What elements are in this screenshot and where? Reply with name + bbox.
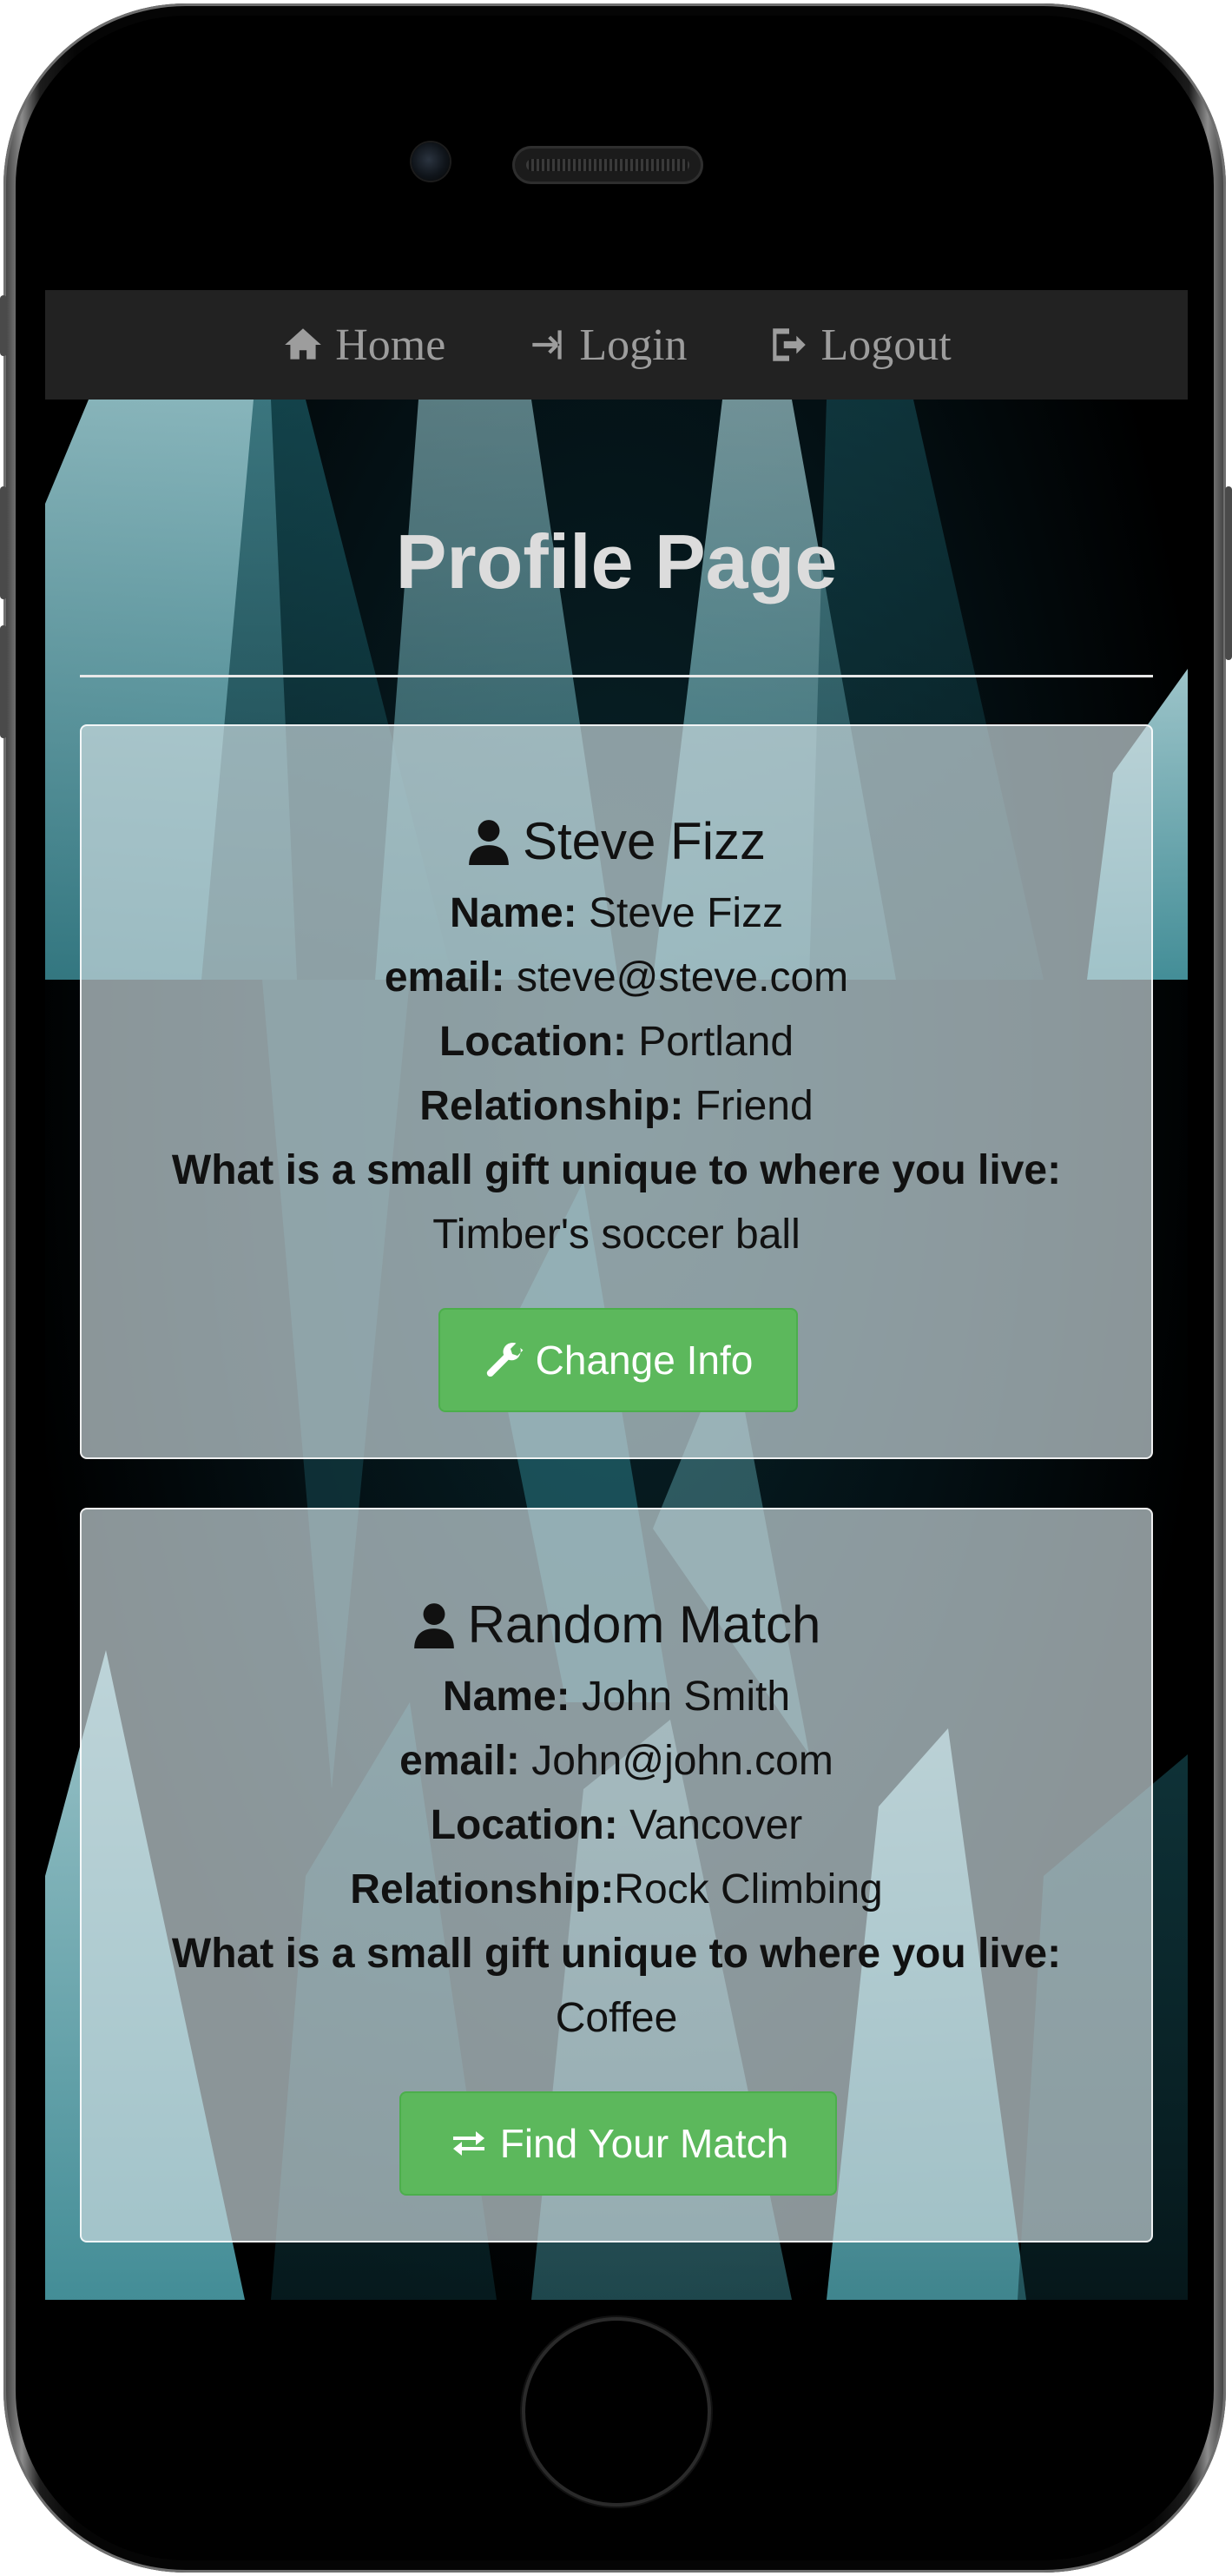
phone-volume-down — [0, 625, 7, 738]
profile-relationship-row: Relationship: Friend — [419, 1083, 814, 1129]
swap-arrows-icon — [452, 2131, 484, 2156]
nav-login[interactable]: Login — [525, 320, 688, 371]
title-divider — [80, 675, 1153, 677]
find-your-match-button[interactable]: Find Your Match — [399, 2091, 837, 2196]
change-info-button[interactable]: Change Info — [438, 1308, 798, 1412]
login-icon — [532, 330, 562, 360]
match-card-title: Random Match — [467, 1595, 821, 1654]
profile-name-row: Name: Steve Fizz — [449, 890, 784, 936]
earpiece-speaker — [512, 146, 703, 184]
profile-email-row: email: steve@steve.com — [384, 954, 849, 1001]
match-location-row: Location: Vancover — [430, 1802, 803, 1848]
logout-icon — [772, 328, 806, 361]
profile-gift-question: What is a small gift unique to where you… — [171, 1147, 1062, 1193]
match-gift-question: What is a small gift unique to where you… — [171, 1931, 1062, 1977]
profile-card-heading: Steve Fizz — [82, 811, 1151, 871]
nav-home-label: Home — [335, 320, 446, 370]
wrench-icon — [486, 1343, 524, 1377]
profile-location-row: Location: Portland — [438, 1019, 794, 1065]
phone-screen: Home Login Logout Profile Page Steve Fiz… — [45, 290, 1188, 2300]
profile-card-title: Steve Fizz — [522, 812, 767, 870]
match-name-row: Name: John Smith — [442, 1674, 791, 1720]
navbar: Home Login Logout — [45, 290, 1188, 400]
user-icon — [469, 819, 509, 865]
match-gift-answer: Coffee — [555, 1995, 678, 2041]
front-camera — [412, 142, 450, 181]
phone-silent-switch — [0, 295, 7, 356]
phone-power-button — [1225, 486, 1232, 660]
profile-gift-answer: Timber's soccer ball — [432, 1212, 800, 1258]
change-info-label: Change Info — [535, 1338, 754, 1383]
phone-home-button[interactable] — [522, 2317, 711, 2507]
page-title: Profile Page — [395, 519, 838, 604]
match-card: Random Match Name: John Smith email: Joh… — [80, 1508, 1153, 2242]
nav-home[interactable]: Home — [281, 320, 445, 371]
profile-card: Steve Fizz Name: Steve Fizz email: steve… — [80, 724, 1153, 1459]
user-icon — [413, 1602, 454, 1648]
nav-logout-label: Logout — [820, 320, 952, 370]
home-icon — [285, 328, 322, 360]
match-email-row: email: John@john.com — [399, 1738, 833, 1784]
nav-login-label: Login — [579, 320, 688, 370]
nav-logout[interactable]: Logout — [768, 320, 952, 371]
match-card-heading: Random Match — [82, 1595, 1151, 1655]
match-relationship-row: Relationship:Rock Climbing — [350, 1866, 883, 1912]
find-your-match-label: Find Your Match — [499, 2121, 789, 2166]
phone-volume-up — [0, 486, 7, 599]
